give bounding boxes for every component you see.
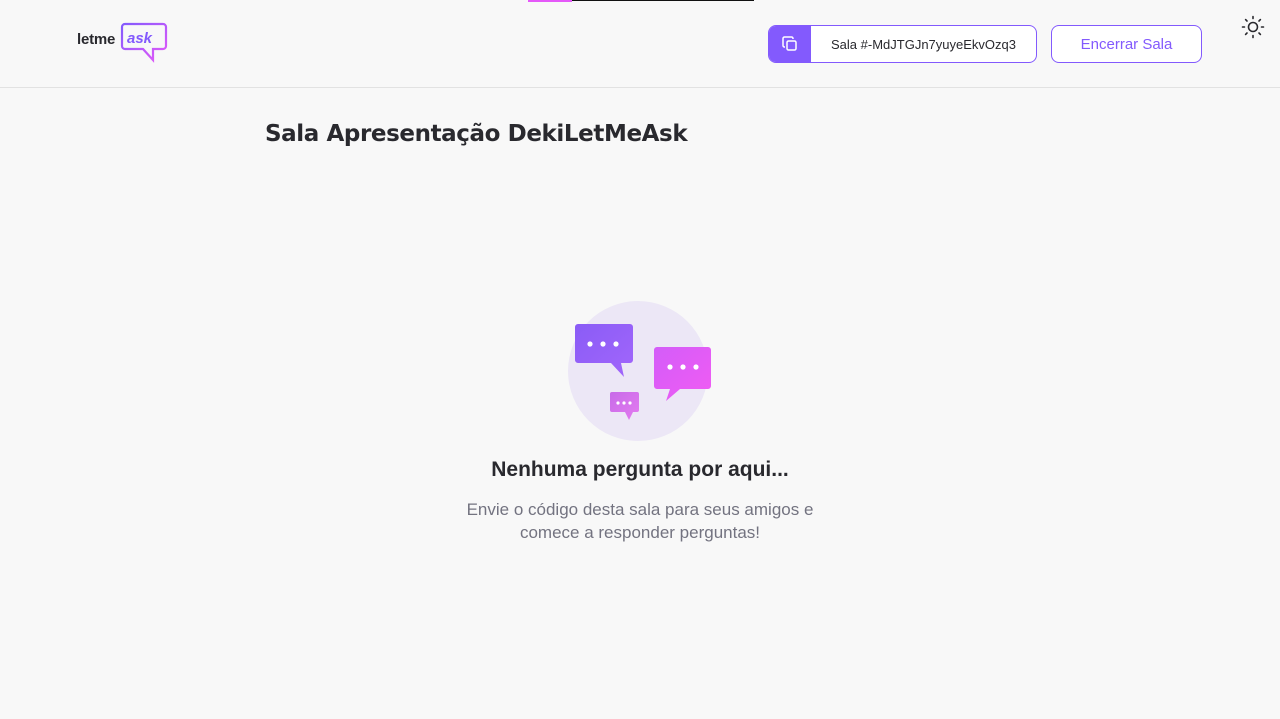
empty-state-description: Envie o código desta sala para seus amig… (466, 500, 814, 542)
room-code-label: Sala #-MdJTGJn7yuyeEkvOzq3 (831, 36, 1016, 52)
room-code-button[interactable]: Sala #-MdJTGJn7yuyeEkvOzq3 (768, 25, 1037, 63)
header: letme ask Sala #-MdJTGJn7yuyeEkvOzq3 Enc… (0, 0, 1280, 88)
sun-icon (1241, 15, 1265, 39)
logo[interactable]: letme ask (77, 22, 169, 66)
theme-toggle[interactable] (1240, 14, 1266, 40)
room-title: Sala Apresentação DekiLetMeAsk (265, 121, 688, 147)
empty-questions-illustration (567, 300, 713, 442)
end-room-button[interactable]: Encerrar Sala (1051, 25, 1202, 63)
empty-state-title: Nenhuma pergunta por aqui... (491, 458, 789, 481)
copy-icon (769, 26, 811, 62)
logo-text-ask: ask (127, 30, 153, 47)
logo-text-letme: letme (77, 31, 116, 48)
